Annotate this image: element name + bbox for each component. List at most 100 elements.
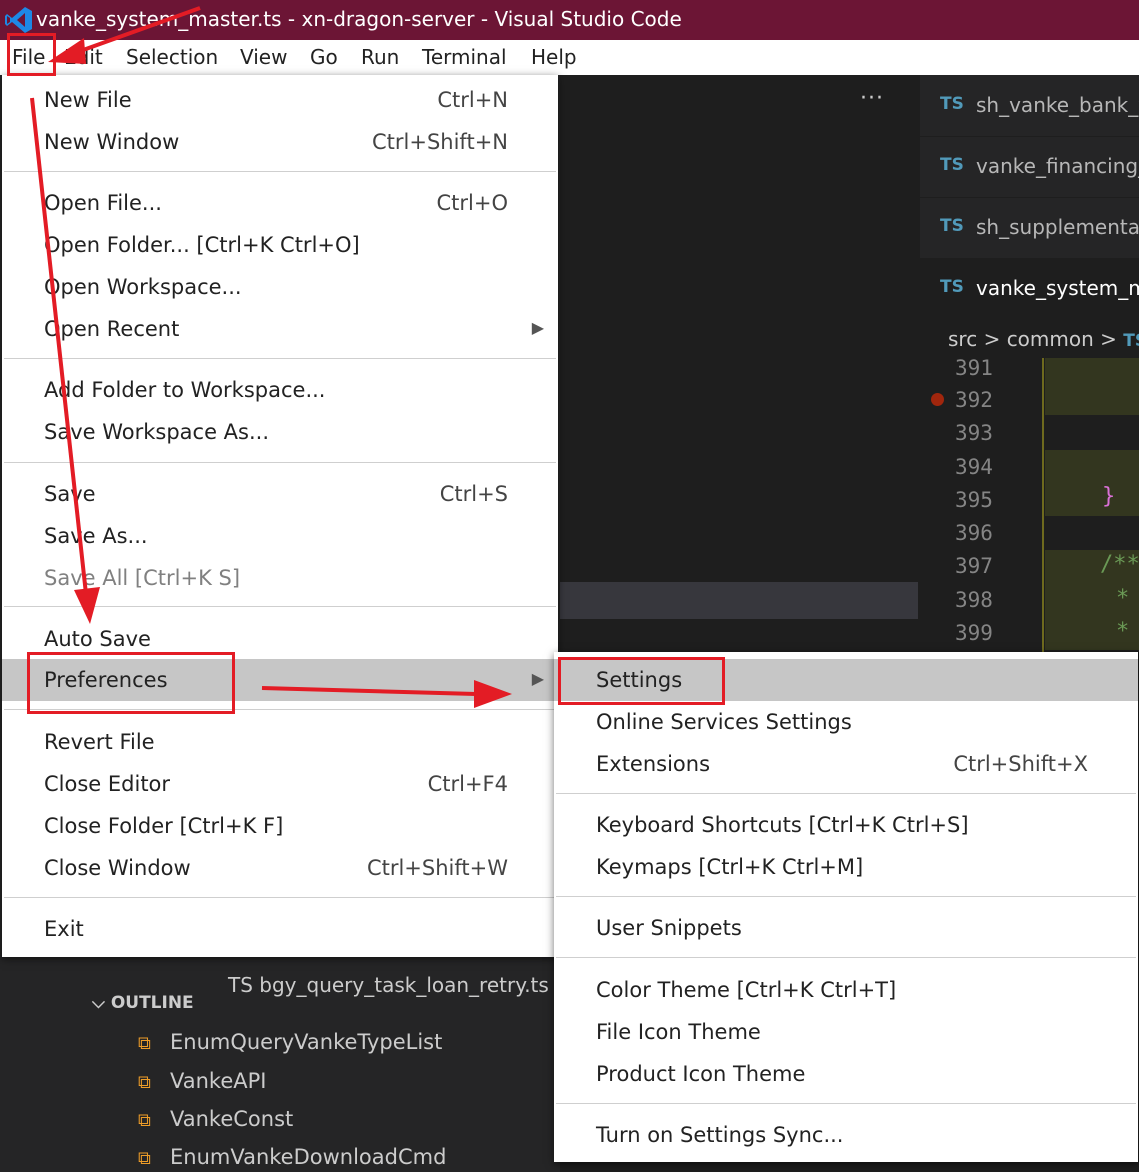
menu-separator xyxy=(556,793,1136,794)
outline-item-label: VankeAPI xyxy=(170,1069,267,1093)
menu-separator xyxy=(556,896,1136,897)
breadcrumb-item[interactable]: common xyxy=(1007,327,1094,351)
menu-item-close-folder[interactable]: Close Folder [Ctrl+K F] xyxy=(2,805,558,847)
vscode-logo-icon xyxy=(5,7,32,33)
code-brace: } xyxy=(1102,484,1116,509)
menu-bar: File Edit Selection View Go Run Terminal… xyxy=(0,40,1139,75)
outline-item-label: EnumVankeDownloadCmd xyxy=(170,1145,447,1169)
menu-go[interactable]: Go xyxy=(310,45,338,69)
tab-label: sh_supplementa xyxy=(976,215,1139,239)
enum-icon: ⧉ xyxy=(138,1072,151,1093)
menu-item-keyboard-shortcuts[interactable]: Keyboard Shortcuts [Ctrl+K Ctrl+S] xyxy=(554,804,1138,846)
enum-icon: ⧉ xyxy=(138,1033,151,1054)
tab-label: sh_vanke_bank_v xyxy=(976,93,1139,117)
menu-item-save[interactable]: Save Ctrl+S xyxy=(2,473,558,515)
breadcrumb: src > common > TS xyxy=(948,327,1139,351)
outline-title: OUTLINE xyxy=(110,993,194,1013)
menu-item-new-file[interactable]: New File Ctrl+N xyxy=(2,79,558,121)
code-comment: /** xyxy=(1100,552,1139,577)
menu-item-add-folder[interactable]: Add Folder to Workspace... xyxy=(2,369,558,411)
menu-item-close-editor[interactable]: Close Editor Ctrl+F4 xyxy=(2,763,558,805)
menu-separator xyxy=(4,358,556,359)
menu-help[interactable]: Help xyxy=(531,45,577,69)
file-menu: New File Ctrl+N New Window Ctrl+Shift+N … xyxy=(2,75,558,957)
indent-guide xyxy=(1042,358,1044,658)
menu-separator xyxy=(4,606,556,607)
typescript-file-icon: TS xyxy=(940,216,964,236)
menu-item-settings-sync[interactable]: Turn on Settings Sync... xyxy=(554,1114,1138,1156)
editor-tab[interactable]: TS sh_supplementa xyxy=(920,197,1139,259)
chevron-down-icon: ⌵ xyxy=(92,993,105,1013)
menu-item-new-window[interactable]: New Window Ctrl+Shift+N xyxy=(2,121,558,163)
menu-item-open-folder[interactable]: Open Folder... [Ctrl+K Ctrl+O] xyxy=(2,224,558,266)
menu-item-extensions[interactable]: Extensions Ctrl+Shift+X xyxy=(554,743,1138,785)
tab-label: vanke_financing_ xyxy=(976,154,1139,178)
chevron-right-icon: > xyxy=(1100,327,1117,351)
line-number: 391 xyxy=(955,356,993,380)
outline-item[interactable]: ⧉ EnumVankeDownloadCmd xyxy=(138,1145,446,1169)
line-number: 396 xyxy=(955,521,993,545)
line-number: 399 xyxy=(955,621,993,645)
editor-tabs: TS sh_vanke_bank_v TS vanke_financing_ T… xyxy=(920,75,1139,320)
menu-item-open-file[interactable]: Open File... Ctrl+O xyxy=(2,182,558,224)
line-number: 392 xyxy=(955,388,993,412)
menu-terminal[interactable]: Terminal xyxy=(422,45,507,69)
editor-tab[interactable]: TS vanke_financing_ xyxy=(920,136,1139,198)
preferences-submenu: Settings Online Services Settings Extens… xyxy=(554,652,1138,1162)
menu-item-keymaps[interactable]: Keymaps [Ctrl+K Ctrl+M] xyxy=(554,846,1138,888)
outline-item[interactable]: ⧉ VankeAPI xyxy=(138,1069,266,1093)
menu-item-open-recent[interactable]: Open Recent ▶ xyxy=(2,308,558,350)
editor-tab-active[interactable]: TS vanke_system_m xyxy=(920,258,1139,320)
menu-separator xyxy=(556,957,1136,958)
explorer-selected-row xyxy=(560,582,918,619)
code-highlight xyxy=(1045,358,1139,415)
outline-item[interactable]: ⧉ VankeConst xyxy=(138,1107,293,1131)
code-comment: * xyxy=(1116,586,1130,611)
code-highlight xyxy=(1045,450,1139,516)
menu-item-file-icon-theme[interactable]: File Icon Theme xyxy=(554,1011,1138,1053)
enum-icon: ⧉ xyxy=(138,1148,151,1169)
typescript-file-icon: TS xyxy=(940,94,964,114)
typescript-file-icon: TS xyxy=(940,277,964,297)
title-bar: vanke_system_master.ts - xn-dragon-serve… xyxy=(0,0,1139,40)
enum-icon: ⧉ xyxy=(138,1110,151,1131)
code-comment: * xyxy=(1116,619,1130,644)
menu-item-revert-file[interactable]: Revert File xyxy=(2,721,558,763)
breakpoint-icon[interactable] xyxy=(931,393,944,406)
menu-separator xyxy=(4,897,556,898)
menu-item-save-as[interactable]: Save As... xyxy=(2,515,558,557)
line-number: 394 xyxy=(955,455,993,479)
submenu-arrow-icon: ▶ xyxy=(531,669,544,688)
window-title: vanke_system_master.ts - xn-dragon-serve… xyxy=(36,7,682,31)
annotation-box-preferences xyxy=(27,652,235,714)
menu-item-user-snippets[interactable]: User Snippets xyxy=(554,907,1138,949)
menu-separator xyxy=(4,462,556,463)
explorer-file-item[interactable]: TS bgy_query_task_loan_retry.ts xyxy=(228,973,549,997)
more-actions-icon[interactable]: ··· xyxy=(860,86,884,111)
outline-header[interactable]: ⌵ OUTLINE xyxy=(92,993,194,1013)
editor-tab[interactable]: TS sh_vanke_bank_v xyxy=(920,75,1139,137)
menu-edit[interactable]: Edit xyxy=(64,45,103,69)
menu-item-save-workspace-as[interactable]: Save Workspace As... xyxy=(2,411,558,453)
menu-separator xyxy=(4,171,556,172)
menu-item-exit[interactable]: Exit xyxy=(2,908,558,950)
line-number: 397 xyxy=(955,554,993,578)
menu-run[interactable]: Run xyxy=(361,45,399,69)
submenu-arrow-icon: ▶ xyxy=(531,318,544,337)
line-number: 398 xyxy=(955,588,993,612)
typescript-file-icon: TS xyxy=(940,155,964,175)
outline-item-label: VankeConst xyxy=(170,1107,294,1131)
menu-item-close-window[interactable]: Close Window Ctrl+Shift+W xyxy=(2,847,558,889)
menu-view[interactable]: View xyxy=(240,45,287,69)
menu-item-open-workspace[interactable]: Open Workspace... xyxy=(2,266,558,308)
outline-item[interactable]: ⧉ EnumQueryVankeTypeList xyxy=(138,1030,442,1054)
typescript-file-icon: TS xyxy=(1123,331,1139,351)
menu-item-color-theme[interactable]: Color Theme [Ctrl+K Ctrl+T] xyxy=(554,969,1138,1011)
breadcrumb-item[interactable]: src xyxy=(948,327,977,351)
annotation-box-settings xyxy=(558,657,725,705)
menu-item-online-services-settings[interactable]: Online Services Settings xyxy=(554,701,1138,743)
annotation-box-file xyxy=(7,33,56,76)
menu-selection[interactable]: Selection xyxy=(126,45,218,69)
menu-item-product-icon-theme[interactable]: Product Icon Theme xyxy=(554,1053,1138,1095)
menu-separator xyxy=(556,1103,1136,1104)
